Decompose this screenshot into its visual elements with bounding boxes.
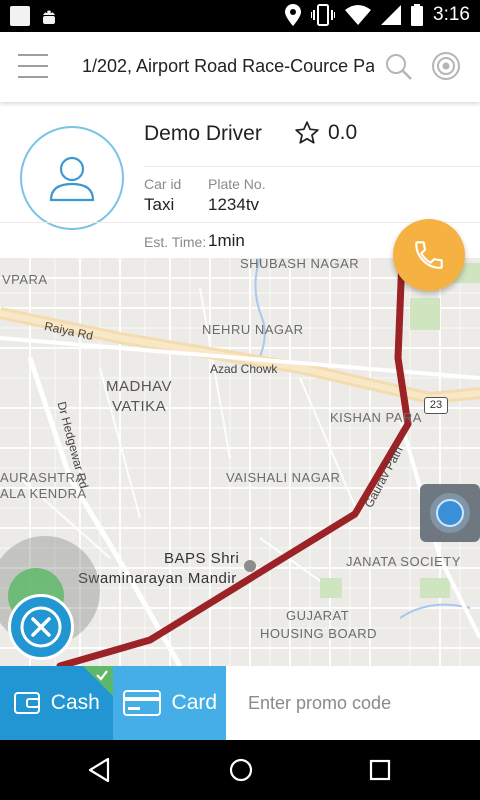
map-label-housing: HOUSING BOARD	[260, 626, 378, 641]
status-bar: 3:16	[0, 0, 480, 32]
car-id-value: Taxi	[144, 195, 175, 214]
plate-value: 1234tv	[208, 195, 260, 214]
map-label-vaishali: VAISHALI NAGAR	[226, 470, 341, 485]
menu-icon[interactable]	[18, 54, 48, 78]
card-label: Card	[171, 691, 218, 714]
location-dot-icon	[430, 493, 470, 533]
divider	[0, 222, 480, 223]
map-label-mandir: Swaminarayan Mandir	[78, 570, 237, 587]
map-label-azad: Azad Chowk	[210, 362, 278, 376]
check-icon	[95, 670, 108, 681]
map-label-janata: JANATA SOCIETY	[346, 554, 461, 569]
call-driver-button[interactable]	[393, 219, 465, 291]
star-icon	[295, 121, 319, 144]
top-bar: 1/202, Airport Road Race-Cource Park	[0, 32, 480, 102]
target-icon[interactable]	[430, 50, 462, 82]
wifi-icon	[345, 5, 372, 25]
driver-name: Demo Driver	[144, 122, 262, 145]
est-time-label: Est. Time:	[144, 234, 207, 250]
highway-shield: 23	[424, 397, 448, 414]
map-label-nehru: NEHRU NAGAR	[202, 322, 304, 337]
map-label-gujarat: GUJARAT	[286, 608, 350, 623]
credit-card-icon	[122, 690, 161, 716]
cancel-ride-button[interactable]	[8, 594, 74, 660]
promo-code-input[interactable]	[226, 666, 480, 740]
pay-cash-button[interactable]: Cash	[0, 666, 113, 740]
map-label-vatika: VATIKA	[112, 398, 167, 415]
payment-bar: Cash Card	[0, 666, 480, 740]
phone-icon	[415, 241, 443, 269]
system-nav-bar	[0, 740, 480, 800]
search-icon[interactable]	[384, 52, 414, 82]
map-label-vpara: VPARA	[2, 272, 48, 287]
map-label-aurashtra: AURASHTRA	[0, 470, 85, 485]
my-location-button[interactable]	[420, 484, 480, 542]
pay-card-button[interactable]: Card	[112, 666, 226, 740]
avatar	[20, 126, 124, 230]
vibrate-icon	[311, 4, 336, 26]
driver-rating: 0.0	[294, 120, 357, 146]
battery-icon	[411, 4, 424, 26]
map-label-shubash: SHUBASH NAGAR	[240, 258, 360, 271]
user-icon	[49, 156, 95, 202]
wallet-icon	[13, 692, 40, 714]
android-debug-icon	[43, 10, 55, 24]
rating-value: 0.0	[328, 121, 358, 144]
car-id-label: Car id	[144, 176, 182, 192]
map-label-kendra: ALA KENDRA	[0, 486, 87, 501]
location-icon	[285, 4, 302, 26]
plate-label: Plate No.	[208, 176, 266, 192]
back-icon[interactable]	[86, 757, 112, 783]
home-icon[interactable]	[228, 757, 254, 783]
recent-apps-icon[interactable]	[369, 759, 391, 781]
close-icon	[20, 606, 62, 648]
status-time: 3:16	[433, 4, 470, 25]
notification-square-icon	[10, 6, 30, 26]
divider	[144, 166, 480, 167]
map-label-kishan: KISHAN PARA	[330, 410, 422, 425]
est-time-value: 1min	[208, 231, 245, 250]
pickup-address[interactable]: 1/202, Airport Road Race-Cource Park	[82, 56, 374, 77]
map-label-madhav: MADHAV	[106, 378, 173, 395]
signal-icon	[381, 5, 402, 25]
map-label-baps: BAPS Shri	[164, 550, 240, 567]
